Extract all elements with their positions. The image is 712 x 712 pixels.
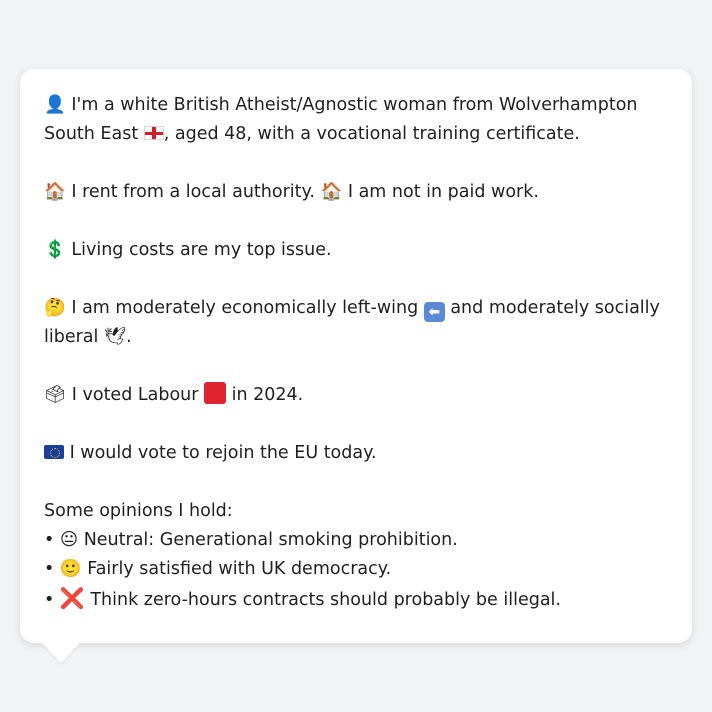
vote-text: I voted Labour (66, 385, 205, 405)
bullet: • (44, 590, 60, 610)
identity-line: 👤 I'm a white British Atheist/Agnostic w… (44, 91, 668, 149)
chat-bubble-tail (42, 643, 80, 663)
slight-smile-icon: 🙂 (59, 559, 82, 579)
bullet: • (44, 559, 60, 579)
opinions-heading: Some opinions I hold: (44, 501, 233, 521)
persona-chat-bubble: 👤 I'm a white British Atheist/Agnostic w… (20, 69, 692, 643)
opinion-text: Think zero-hours contracts should probab… (84, 590, 561, 610)
opinion-text: Neutral: Generational smoking prohibitio… (78, 530, 458, 550)
ideology-line: 🤔 I am moderately economically left-wing… (44, 294, 668, 352)
work-text: I am not in paid work. (342, 182, 539, 202)
thinking-face-icon: 🤔 (44, 298, 66, 318)
house-icon: 🏠 (44, 182, 66, 202)
ideology-text: I am moderately economically left-wing (65, 298, 424, 318)
vote-line: 🗳 I voted Labour in 2024. (44, 381, 668, 410)
eu-flag-icon (44, 445, 64, 459)
identity-text-continued: , aged 48, with a vocational training ce… (163, 124, 580, 144)
england-flag-icon (143, 126, 164, 140)
labour-red-square-icon (204, 382, 227, 404)
left-arrow-icon: ⬅ (423, 302, 445, 322)
vote-year-text: in 2024. (226, 385, 304, 405)
eu-line: I would vote to rejoin the EU today. (44, 439, 668, 468)
neutral-face-icon: 😐 (59, 530, 79, 550)
cross-mark-icon: ❌ (59, 586, 85, 610)
issue-line: 💲 Living costs are my top issue. (44, 236, 668, 265)
list-item: • 😐 Neutral: Generational smoking prohib… (44, 526, 668, 555)
list-item: • ❌ Think zero-hours contracts should pr… (44, 584, 668, 615)
dove-icon: 🕊 (103, 327, 127, 347)
person-icon: 👤 (44, 95, 66, 115)
bullet: • (44, 530, 60, 550)
house-icon: 🏠 (320, 182, 343, 202)
issue-text: Living costs are my top issue. (65, 240, 332, 260)
opinion-text: Fairly satisfied with UK democracy. (81, 559, 392, 579)
housing-text: I rent from a local authority. (65, 182, 321, 202)
dollar-icon: 💲 (44, 240, 66, 260)
housing-line: 🏠 I rent from a local authority. 🏠 I am … (44, 178, 668, 207)
ballot-box-icon: 🗳 (44, 385, 67, 405)
ideology-end: . (126, 327, 132, 347)
list-item: • 🙂 Fairly satisfied with UK democracy. (44, 555, 668, 584)
eu-text: I would vote to rejoin the EU today. (64, 443, 377, 463)
